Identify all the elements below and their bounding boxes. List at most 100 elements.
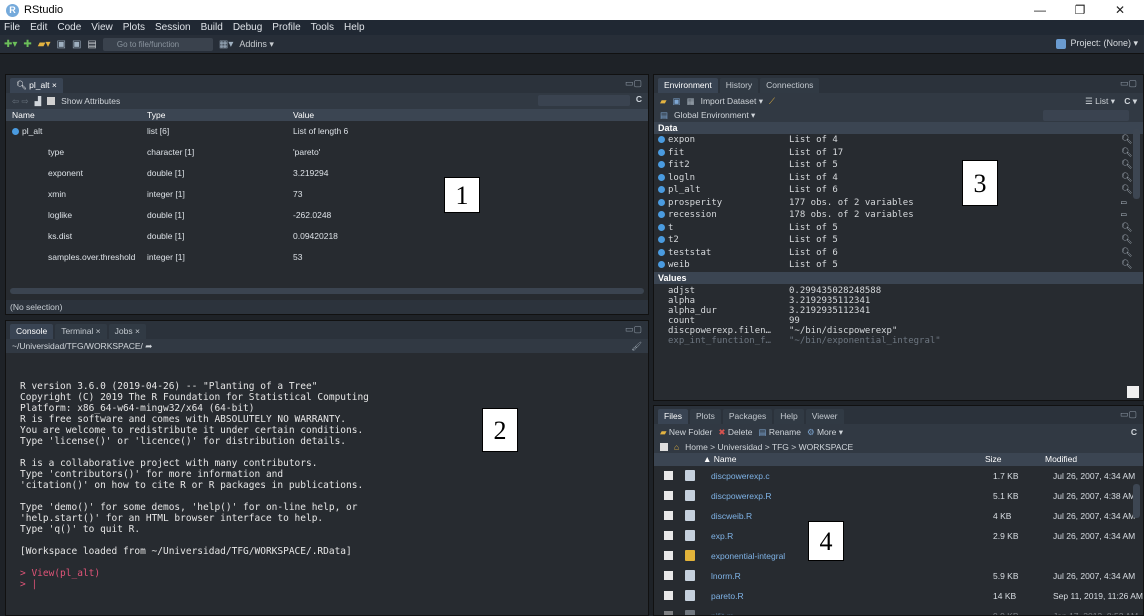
file-row[interactable]: plfit.m 9.9 KB Jan 17, 2012, 8:52 AM bbox=[654, 606, 1143, 615]
delete-button[interactable]: ✖ Delete bbox=[718, 427, 752, 438]
search-icon[interactable]: 🔍︎ bbox=[1121, 234, 1143, 247]
menu-build[interactable]: Build bbox=[201, 22, 223, 33]
column-value-header[interactable]: Value bbox=[293, 109, 648, 121]
import-dataset-button[interactable]: Import Dataset ▾ bbox=[701, 96, 763, 107]
list-item[interactable]: adjst 0.299435028248588 bbox=[654, 286, 1143, 296]
table-row[interactable]: exponent double [1] 3.219294 bbox=[6, 163, 648, 184]
file-row[interactable]: discweib.R 4 KB Jul 26, 2007, 4:34 AM bbox=[654, 506, 1143, 526]
column-type-header[interactable]: Type bbox=[147, 109, 293, 121]
file-checkbox[interactable] bbox=[664, 571, 673, 580]
list-item[interactable]: teststat List of 6 🔍︎ bbox=[654, 247, 1143, 260]
list-item[interactable]: pl_alt List of 6 🔍︎ bbox=[654, 184, 1143, 197]
addins-menu[interactable]: Addins ▾ bbox=[239, 39, 274, 50]
menu-view[interactable]: View bbox=[91, 22, 113, 33]
expand-icon[interactable] bbox=[658, 148, 665, 156]
tab-terminal[interactable]: Terminal × bbox=[55, 324, 107, 339]
list-item[interactable]: exp_int_function_f… "~/bin/exponential_in… bbox=[654, 336, 1143, 346]
broom-icon[interactable]: ⟋ bbox=[769, 96, 775, 107]
expand-icon[interactable] bbox=[658, 248, 665, 256]
environment-search-input[interactable] bbox=[1043, 110, 1129, 121]
more-menu[interactable]: ⚙ More ▾ bbox=[807, 427, 843, 438]
table-icon[interactable]: ▭ bbox=[1121, 209, 1143, 222]
expand-icon[interactable] bbox=[658, 173, 665, 181]
expand-icon[interactable] bbox=[658, 161, 665, 168]
column-name-header[interactable]: Name bbox=[6, 109, 147, 121]
file-row[interactable]: exp.R 2.9 KB Jul 26, 2007, 4:34 AM bbox=[654, 526, 1143, 546]
tab-connections[interactable]: Connections bbox=[760, 78, 820, 93]
menu-help[interactable]: Help bbox=[344, 22, 365, 33]
open-file-icon[interactable]: ▰▾ bbox=[38, 39, 51, 50]
file-checkbox[interactable] bbox=[664, 551, 673, 560]
expand-icon[interactable] bbox=[658, 211, 665, 218]
viewer-search-input[interactable] bbox=[538, 95, 630, 106]
file-checkbox[interactable] bbox=[664, 591, 673, 600]
minimize-maximize-icon[interactable]: ▭▢ bbox=[625, 78, 642, 89]
save-icon[interactable]: ▣ bbox=[57, 39, 66, 50]
list-item[interactable]: logln List of 4 🔍︎ bbox=[654, 172, 1143, 185]
tab-console[interactable]: Console bbox=[10, 324, 54, 339]
expand-icon[interactable] bbox=[658, 223, 665, 231]
horizontal-scrollbar[interactable] bbox=[10, 288, 644, 294]
save-all-icon[interactable]: ▣ bbox=[72, 39, 81, 50]
file-checkbox[interactable] bbox=[664, 611, 673, 615]
list-item[interactable]: recession 178 obs. of 2 variables ▭ bbox=[654, 209, 1143, 222]
list-view-menu[interactable]: ☰ List ▾ bbox=[1085, 96, 1115, 107]
console-prompt[interactable]: > | bbox=[20, 579, 648, 590]
table-row[interactable]: type character [1]'pareto' bbox=[6, 142, 648, 163]
menu-code[interactable]: Code bbox=[57, 22, 81, 33]
list-item[interactable]: discpowerexp.filen… "~/bin/discpowerexp" bbox=[654, 326, 1143, 336]
print-icon[interactable]: ▤ bbox=[87, 39, 96, 50]
column-modified-header[interactable]: Modified bbox=[1045, 453, 1143, 466]
file-checkbox[interactable] bbox=[664, 471, 673, 480]
expand-icon[interactable] bbox=[658, 198, 665, 206]
clear-console-icon[interactable]: 🖌︎ bbox=[631, 341, 642, 352]
file-checkbox[interactable] bbox=[664, 491, 673, 500]
list-item[interactable]: weib List of 5 🔍︎ bbox=[654, 259, 1143, 272]
list-item[interactable]: t2 List of 5 🔍︎ bbox=[654, 234, 1143, 247]
tab-files[interactable]: Files bbox=[658, 409, 688, 424]
menu-edit[interactable]: Edit bbox=[30, 22, 47, 33]
menu-session[interactable]: Session bbox=[155, 22, 191, 33]
vertical-scrollbar[interactable] bbox=[1133, 484, 1140, 518]
menu-debug[interactable]: Debug bbox=[233, 22, 262, 33]
tab-packages[interactable]: Packages bbox=[722, 409, 773, 424]
rename-button[interactable]: ▤ Rename bbox=[758, 427, 801, 438]
tab-jobs[interactable]: Jobs × bbox=[108, 324, 146, 339]
table-row[interactable]: pl_alt list [6] List of length 6 bbox=[6, 121, 648, 142]
table-row[interactable]: samples.over.threshold integer [1] 53 bbox=[6, 247, 648, 268]
refresh-icon[interactable]: C bbox=[1131, 427, 1137, 437]
go-to-file-input[interactable]: Go to file/function bbox=[102, 37, 213, 51]
minimize-button[interactable]: — bbox=[1020, 0, 1060, 20]
show-attributes-checkbox[interactable] bbox=[47, 97, 56, 105]
refresh-icon[interactable]: C bbox=[636, 94, 642, 104]
close-button[interactable]: ✕ bbox=[1100, 0, 1140, 20]
file-row[interactable]: exponential-integral bbox=[654, 546, 1143, 566]
list-item[interactable]: alpha_dur 3.2192935112341 bbox=[654, 306, 1143, 316]
console-output[interactable]: R version 3.6.0 (2019-04-26) -- "Plantin… bbox=[6, 353, 648, 590]
minimize-maximize-icon[interactable]: ▭▢ bbox=[1120, 409, 1137, 420]
column-name-header[interactable]: ▲ Name bbox=[703, 453, 985, 466]
tab-history[interactable]: History bbox=[719, 78, 759, 93]
project-menu[interactable]: Project: (None) ▾ bbox=[1056, 38, 1138, 49]
expand-icon[interactable] bbox=[658, 186, 665, 193]
menu-tools[interactable]: Tools bbox=[311, 22, 334, 33]
grid-icon[interactable]: ▦▾ bbox=[219, 39, 233, 50]
tab-help[interactable]: Help bbox=[774, 409, 804, 424]
minimize-maximize-icon[interactable]: ▭▢ bbox=[1120, 78, 1137, 89]
list-item[interactable]: count 99 bbox=[654, 316, 1143, 326]
file-checkbox[interactable] bbox=[664, 531, 673, 540]
search-icon[interactable]: 🔍︎ bbox=[1121, 222, 1143, 235]
list-item[interactable]: fit List of 17 🔍︎ bbox=[654, 147, 1143, 160]
expand-icon[interactable] bbox=[658, 261, 665, 268]
back-forward-icon[interactable]: ⇦ ⇨ bbox=[12, 96, 29, 107]
file-row[interactable]: discpowerexp.R 5.1 KB Jul 26, 2007, 4:38 A… bbox=[654, 486, 1143, 506]
menu-file[interactable]: File bbox=[4, 22, 20, 33]
search-icon[interactable]: 🔍︎ bbox=[1121, 247, 1143, 260]
list-item[interactable]: t List of 5 🔍︎ bbox=[654, 222, 1143, 235]
table-row[interactable]: xmin integer [1] 73 bbox=[6, 184, 648, 205]
search-icon[interactable]: 🔍︎ bbox=[1121, 259, 1143, 272]
working-directory[interactable]: ~/Universidad/TFG/WORKSPACE/ ➦ bbox=[12, 341, 152, 352]
table-row[interactable]: loglike double [1] -262.0248 bbox=[6, 205, 648, 226]
list-item[interactable]: alpha 3.2192935112341 bbox=[654, 296, 1143, 306]
new-file-icon[interactable]: ✚▾ bbox=[4, 39, 17, 50]
